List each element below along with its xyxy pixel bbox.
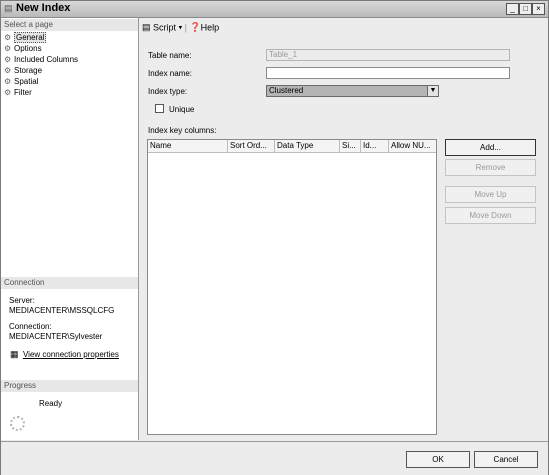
close-icon[interactable]: × — [532, 3, 545, 15]
column-header-identity[interactable]: Id... — [361, 140, 389, 152]
unique-label: Unique — [169, 105, 195, 114]
remove-button: Remove — [445, 159, 536, 176]
ok-button[interactable]: OK — [406, 451, 470, 468]
server-label: Server: — [9, 296, 35, 305]
table-name-field: Table_1 — [266, 49, 510, 61]
progress-status: Ready — [39, 399, 63, 408]
connection-properties-icon: ▦ — [10, 349, 19, 359]
window-title: New Index — [16, 2, 71, 14]
move-down-button: Move Down — [445, 207, 536, 224]
page-icon: ⚙ — [4, 77, 12, 86]
page-item-spatial[interactable]: ⚙ Spatial — [4, 76, 38, 87]
toolbar: ▤ Script ▾ | ❓Help — [142, 22, 220, 33]
maximize-icon[interactable]: □ — [519, 3, 532, 15]
index-name-label: Index name: — [148, 69, 193, 78]
index-type-select[interactable]: Clustered — [266, 85, 428, 97]
column-header-allow-nulls[interactable]: Allow NU... — [389, 140, 436, 152]
connection-value: MEDIACENTER\Sylvester — [9, 332, 103, 341]
index-key-columns-label: Index key columns: — [148, 126, 217, 135]
select-page-header: Select a page — [1, 19, 138, 31]
page-item-included-columns[interactable]: ⚙ Included Columns — [4, 54, 78, 65]
cancel-button[interactable]: Cancel — [474, 451, 538, 468]
view-connection-link[interactable]: View connection properties — [23, 350, 119, 359]
script-icon: ▤ — [142, 22, 151, 33]
progress-spinner-icon — [10, 416, 25, 431]
new-index-dialog: ▤ New Index _ □ × Select a page ⚙ General… — [0, 0, 549, 475]
dropdown-arrow-icon[interactable]: ▾ — [179, 25, 183, 32]
left-panel: Select a page ⚙ General ⚙ Options ⚙ Include… — [1, 18, 139, 440]
page-item-general[interactable]: ⚙ General — [4, 32, 47, 43]
connection-label: Connection: — [9, 322, 52, 331]
column-header-name[interactable]: Name — [148, 140, 228, 152]
move-up-button: Move Up — [445, 186, 536, 203]
title-bar[interactable]: ▤ New Index _ □ × — [1, 1, 548, 18]
page-item-options[interactable]: ⚙ Options — [4, 43, 42, 54]
index-type-label: Index type: — [148, 87, 188, 96]
page-icon: ⚙ — [4, 88, 12, 97]
page-item-filter[interactable]: ⚙ Filter — [4, 87, 32, 98]
grid-header: Name Sort Ord... Data Type Si... Id... A… — [148, 140, 436, 153]
chevron-down-icon[interactable]: ▼ — [427, 85, 439, 97]
help-button[interactable]: ❓Help — [189, 22, 219, 33]
column-header-size[interactable]: Si... — [340, 140, 361, 152]
dialog-footer: OK Cancel — [1, 441, 548, 475]
unique-checkbox[interactable] — [155, 104, 164, 113]
server-value: MEDIACENTER\MSSQLCFG — [9, 306, 115, 315]
help-icon: ❓ — [189, 22, 201, 33]
index-name-field[interactable] — [266, 67, 510, 79]
column-header-sort-order[interactable]: Sort Ord... — [228, 140, 275, 152]
page-icon: ⚙ — [4, 33, 12, 42]
index-key-columns-grid[interactable]: Name Sort Ord... Data Type Si... Id... A… — [147, 139, 437, 435]
script-button[interactable]: ▤ Script ▾ — [142, 22, 185, 33]
page-icon: ⚙ — [4, 55, 12, 64]
progress-header: Progress — [1, 380, 138, 392]
view-connection-properties[interactable]: ▦ View connection properties — [10, 349, 119, 360]
page-icon: ⚙ — [4, 44, 12, 53]
connection-header: Connection — [1, 277, 138, 289]
page-icon: ⚙ — [4, 66, 12, 75]
app-icon: ▤ — [4, 3, 13, 13]
column-header-data-type[interactable]: Data Type — [275, 140, 340, 152]
table-name-label: Table name: — [148, 51, 192, 60]
main-panel: ▤ Script ▾ | ❓Help Table name: Table_1 I… — [139, 18, 548, 440]
minimize-icon[interactable]: _ — [506, 3, 519, 15]
add-button[interactable]: Add... — [445, 139, 536, 156]
page-item-storage[interactable]: ⚙ Storage — [4, 65, 42, 76]
